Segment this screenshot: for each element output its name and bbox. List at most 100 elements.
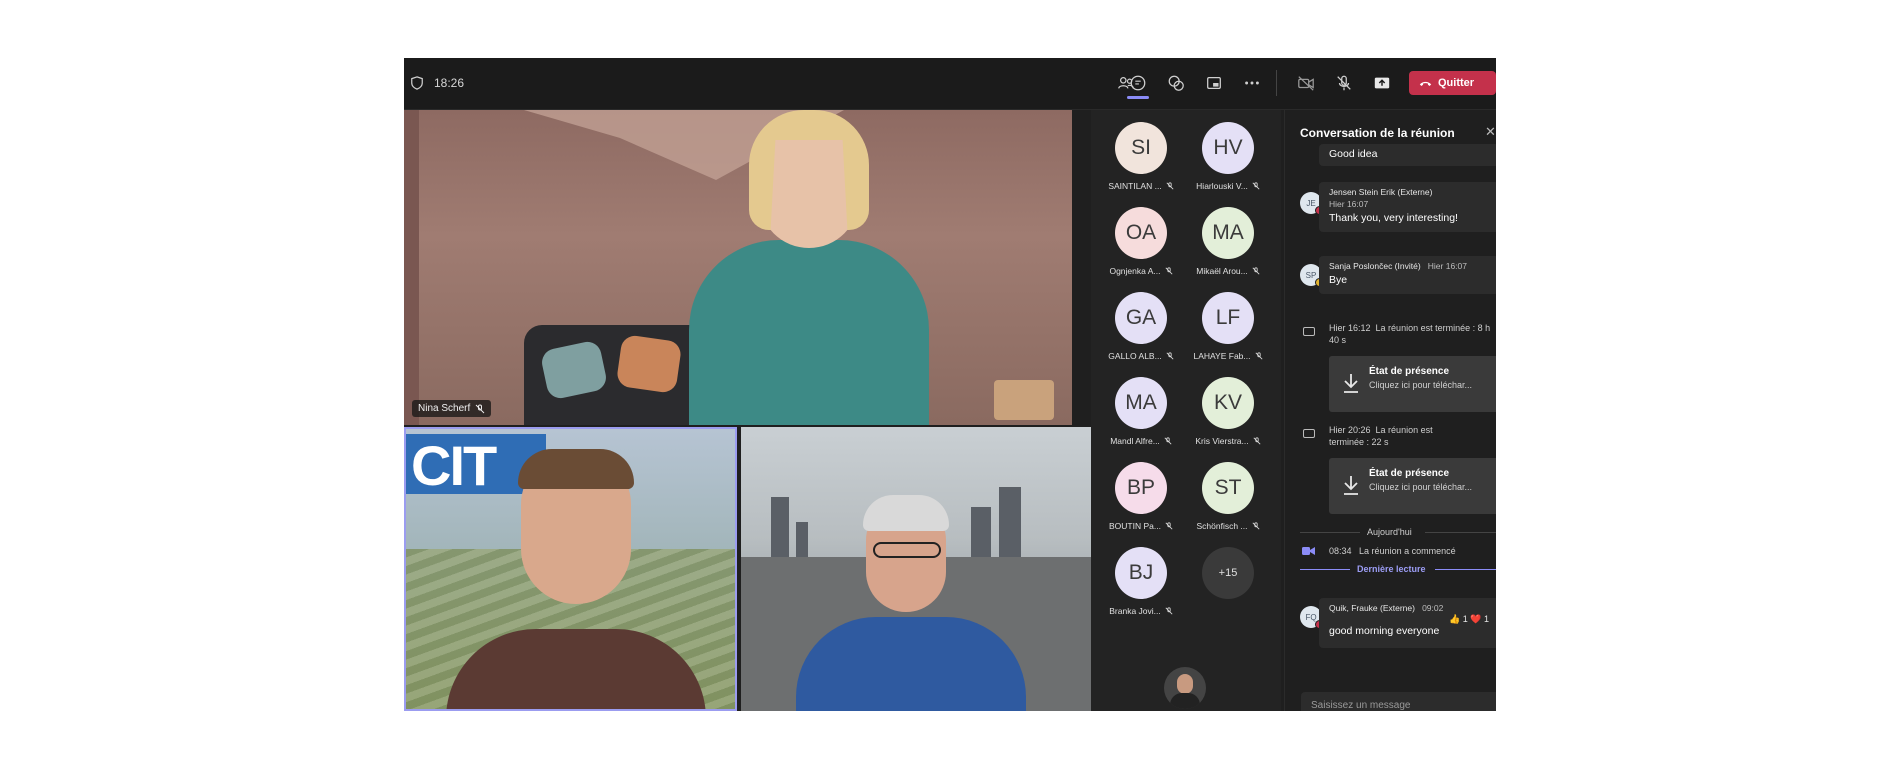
participant-name: Kris Vierstra... <box>1195 436 1249 446</box>
avatar: OA <box>1115 207 1167 259</box>
mic-muted-icon <box>1165 607 1173 615</box>
video-tile-participant[interactable] <box>741 427 1091 711</box>
participant-name: GALLO ALB... <box>1108 351 1162 361</box>
attendance-report-card[interactable]: État de présence Cliquez ici pour téléch… <box>1329 356 1496 412</box>
chat-message[interactable]: Quik, Frauke (Externe) 09:02 👍 1 ❤️ 1 go… <box>1319 598 1496 648</box>
participant-tile[interactable]: GA GALLO ALB... <box>1096 290 1182 370</box>
participant-name: LAHAYE Fab... <box>1193 351 1251 361</box>
mic-muted-icon <box>1252 522 1259 530</box>
avatar: MA <box>1115 377 1167 429</box>
share-screen-icon[interactable] <box>1371 72 1393 94</box>
participant-name: SAINTILAN ... <box>1108 181 1162 191</box>
participant-gallery: SI SAINTILAN ... HV Hiarlouski V... OA O… <box>1091 110 1281 711</box>
participant-name: Ognjenka A... <box>1109 266 1161 276</box>
chat-message-text: good morning everyone <box>1329 625 1440 637</box>
system-message: Hier 16:12 La réunion est terminée : 8 h… <box>1329 322 1495 346</box>
chat-timestamp: Hier 16:07 <box>1427 261 1467 271</box>
more-icon[interactable] <box>1241 72 1263 94</box>
mic-muted-icon <box>1165 267 1172 275</box>
mic-muted-icon <box>1166 182 1174 190</box>
chat-author: Quik, Frauke (Externe) <box>1329 603 1415 613</box>
mic-muted-icon <box>1252 182 1260 190</box>
avatar: GA <box>1115 292 1167 344</box>
participant-tile[interactable]: SI SAINTILAN ... <box>1096 120 1182 200</box>
teams-meeting-window: 18:26 Quitter Nina Scherf CIT SI SAINTIL… <box>404 58 1496 711</box>
chat-active-indicator <box>1127 96 1149 99</box>
participant-figure <box>863 495 949 531</box>
chat-meta-row: Quik, Frauke (Externe) 09:02 <box>1329 603 1489 613</box>
video-name-tag: Nina Scherf <box>412 400 492 417</box>
share-tray-icon[interactable] <box>1203 72 1225 94</box>
system-message: Hier 20:26 La réunion est terminée : 22 … <box>1329 424 1469 448</box>
participant-name-row: Schönfisch ... <box>1183 521 1273 531</box>
message-reactions[interactable]: 👍 1 ❤️ 1 <box>1329 614 1489 625</box>
participant-tile[interactable]: LF LAHAYE Fab... <box>1183 290 1269 370</box>
date-divider-line <box>1300 532 1360 533</box>
avatar: BP <box>1115 462 1167 514</box>
participant-tile[interactable]: BP BOUTIN Pa... <box>1096 460 1182 540</box>
avatar: KV <box>1202 377 1254 429</box>
chat-message: Jensen Stein Erik (Externe) Hier 16:07 T… <box>1319 182 1496 232</box>
participant-figure <box>796 617 1026 711</box>
thumbs-up-icon: 👍 <box>1448 614 1461 624</box>
reaction-count: 1 <box>1462 614 1468 624</box>
participant-name: Mikaël Arou... <box>1196 266 1248 276</box>
more-participants-button[interactable]: +15 <box>1183 545 1269 625</box>
chat-author: Jensen Stein Erik (Externe) <box>1329 187 1433 197</box>
participant-tile[interactable]: BJ Branka Jovi... <box>1096 545 1182 625</box>
attendance-report-card[interactable]: État de présence Cliquez ici pour téléch… <box>1329 458 1496 514</box>
system-message-time: 08:34 <box>1329 546 1352 556</box>
participant-name-row: LAHAYE Fab... <box>1183 351 1273 361</box>
phone-hangup-icon <box>1419 81 1432 86</box>
avatar: MA <box>1202 207 1254 259</box>
camera-off-icon[interactable] <box>1295 72 1317 94</box>
avatar: HV <box>1202 122 1254 174</box>
message-compose-input[interactable]: Saisissez un message <box>1301 692 1496 711</box>
mic-off-icon[interactable] <box>1333 72 1355 94</box>
self-view-avatar[interactable] <box>1164 667 1206 709</box>
close-icon[interactable]: ✕ <box>1485 124 1496 140</box>
participant-name: Branka Jovi... <box>1109 606 1161 616</box>
video-tile-main[interactable]: Nina Scherf <box>404 110 1072 425</box>
toolbar-divider <box>1276 70 1277 96</box>
video-background <box>615 334 683 394</box>
participant-tile[interactable]: OA Ognjenka A... <box>1096 205 1182 285</box>
chat-message-text: Good idea <box>1329 148 1378 160</box>
chat-message-text: Thank you, very interesting! <box>1329 212 1458 224</box>
last-read-line <box>1435 569 1496 570</box>
avatar: SI <box>1115 122 1167 174</box>
chat-timestamp: Hier 16:07 <box>1329 199 1369 209</box>
download-icon <box>1344 374 1358 393</box>
participant-name-row: Ognjenka A... <box>1096 266 1186 276</box>
system-message: 08:34 La réunion a commencé <box>1329 545 1456 557</box>
avatar: ST <box>1202 462 1254 514</box>
participant-name-row: BOUTIN Pa... <box>1096 521 1186 531</box>
participant-tile[interactable]: KV Kris Vierstra... <box>1183 375 1269 455</box>
participant-tile[interactable]: HV Hiarlouski V... <box>1183 120 1269 200</box>
participant-tile[interactable]: ST Schönfisch ... <box>1183 460 1269 540</box>
card-subtitle: Cliquez ici pour téléchar... <box>1369 380 1473 390</box>
chat-message: Good idea <box>1319 144 1496 166</box>
participant-name-row: SAINTILAN ... <box>1096 181 1186 191</box>
video-camera-icon <box>1303 327 1315 336</box>
video-tile-speaker[interactable]: CIT <box>404 427 737 711</box>
participant-tile[interactable]: MA Mikaël Arou... <box>1183 205 1269 285</box>
meeting-toolbar: 18:26 Quitter <box>404 58 1496 110</box>
video-background <box>404 110 419 425</box>
participant-name-row: Branka Jovi... <box>1096 606 1186 616</box>
last-read-label: Dernière lecture <box>1357 564 1426 574</box>
avatar: LF <box>1202 292 1254 344</box>
chat-timestamp: 09:02 <box>1422 603 1444 613</box>
mic-muted-icon <box>1255 352 1262 360</box>
chat-panel-title: Conversation de la réunion <box>1300 126 1455 140</box>
shield-icon <box>411 76 423 90</box>
participant-figure <box>518 449 634 489</box>
leave-button[interactable]: Quitter <box>1409 71 1496 95</box>
participant-tile[interactable]: MA Mandl Alfre... <box>1096 375 1182 455</box>
meeting-timer: 18:26 <box>434 76 465 90</box>
mic-muted-icon <box>1252 267 1260 275</box>
chat-icon[interactable] <box>1127 72 1149 94</box>
participant-figure <box>689 240 929 425</box>
reactions-icon[interactable] <box>1165 72 1187 94</box>
participant-name-row: Mikaël Arou... <box>1183 266 1273 276</box>
